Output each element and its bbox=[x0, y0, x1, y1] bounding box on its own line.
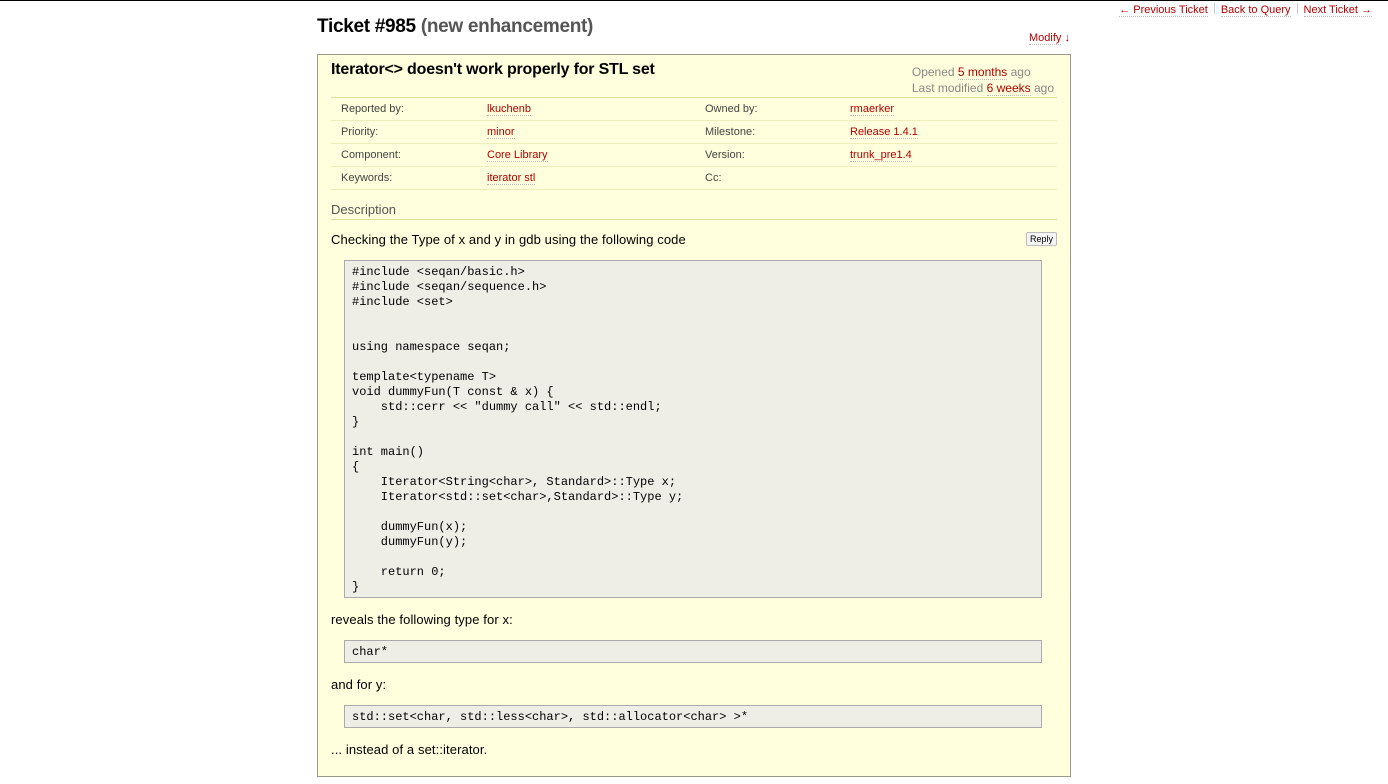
priority-label: Priority: bbox=[341, 126, 379, 138]
reported-by-label: Reported by: bbox=[341, 103, 404, 115]
milestone-link[interactable]: Release 1.4.1 bbox=[850, 126, 918, 139]
nav-separator bbox=[1213, 3, 1215, 14]
modified-label: Last modified bbox=[911, 81, 984, 95]
description-heading: Description bbox=[331, 202, 1057, 220]
modified-line: Last modified 6 weeks ago bbox=[912, 80, 1054, 96]
keywords-link[interactable]: iterator stl bbox=[487, 172, 536, 185]
owned-by-label: Owned by: bbox=[705, 103, 758, 115]
property-row: Component: Core Library Version: trunk_p… bbox=[331, 144, 1057, 167]
reply-button[interactable]: Reply bbox=[1025, 232, 1057, 246]
version-label: Version: bbox=[705, 149, 745, 161]
cc-label: Cc: bbox=[705, 172, 722, 184]
nav-separator bbox=[1296, 3, 1298, 14]
reporter-link[interactable]: lkuchenb bbox=[487, 103, 532, 116]
ticket-dates: Opened 5 months ago Last modified 6 week… bbox=[912, 64, 1054, 96]
modified-suffix: ago bbox=[1033, 81, 1054, 95]
description-text-x: reveals the following type for x: bbox=[331, 612, 513, 627]
opened-suffix: ago bbox=[1010, 65, 1031, 79]
context-navigation: ← Previous Ticket Back to Query Next Ticke… bbox=[1119, 3, 1372, 17]
modify-link[interactable]: Modify bbox=[1029, 32, 1062, 45]
next-ticket-link[interactable]: Next Ticket → bbox=[1303, 4, 1372, 17]
component-link[interactable]: Core Library bbox=[487, 149, 548, 162]
ticket-number: Ticket #985 bbox=[317, 16, 416, 37]
code-block-y: std::set<char, std::less<char>, std::all… bbox=[344, 705, 1042, 728]
ticket-box: Iterator<> doesn't work properly for STL… bbox=[317, 54, 1071, 777]
keywords-label: Keywords: bbox=[341, 172, 393, 184]
opened-line: Opened 5 months ago bbox=[912, 64, 1054, 80]
ticket-title: Ticket #985 (new enhancement) bbox=[317, 16, 593, 38]
top-border bbox=[0, 0, 1388, 1]
ticket-summary: Iterator<> doesn't work properly for STL… bbox=[331, 61, 655, 78]
ticket-properties: Reported by: lkuchenb Owned by: rmaerker… bbox=[331, 97, 1057, 190]
property-row: Priority: minor Milestone: Release 1.4.1 bbox=[331, 121, 1057, 144]
priority-link[interactable]: minor bbox=[487, 126, 515, 139]
opened-label: Opened bbox=[911, 65, 955, 79]
modify-section: Modify ↓ bbox=[1029, 32, 1070, 45]
modified-link[interactable]: 6 weeks bbox=[986, 81, 1031, 96]
opened-link[interactable]: 5 months bbox=[957, 65, 1008, 80]
milestone-label: Milestone: bbox=[705, 126, 756, 138]
description-text-y: and for y: bbox=[331, 677, 387, 692]
version-link[interactable]: trunk_pre1.4 bbox=[850, 149, 912, 162]
owner-link[interactable]: rmaerker bbox=[850, 103, 895, 116]
ticket-status: (new enhancement) bbox=[420, 16, 594, 37]
property-row: Keywords: iterator stl Cc: bbox=[331, 167, 1057, 190]
code-block-x: char* bbox=[344, 640, 1042, 663]
arrow-down-icon: ↓ bbox=[1064, 32, 1070, 44]
description-intro: Checking the Type of x and y in gdb usin… bbox=[331, 232, 686, 247]
back-to-query-link[interactable]: Back to Query bbox=[1220, 4, 1291, 17]
property-row: Reported by: lkuchenb Owned by: rmaerker bbox=[331, 98, 1057, 121]
component-label: Component: bbox=[341, 149, 401, 161]
description-closing: ... instead of a set::iterator. bbox=[331, 742, 488, 757]
code-block-main: #include <seqan/basic.h> #include <seqan… bbox=[344, 260, 1042, 598]
previous-ticket-link[interactable]: ← Previous Ticket bbox=[1119, 4, 1208, 17]
